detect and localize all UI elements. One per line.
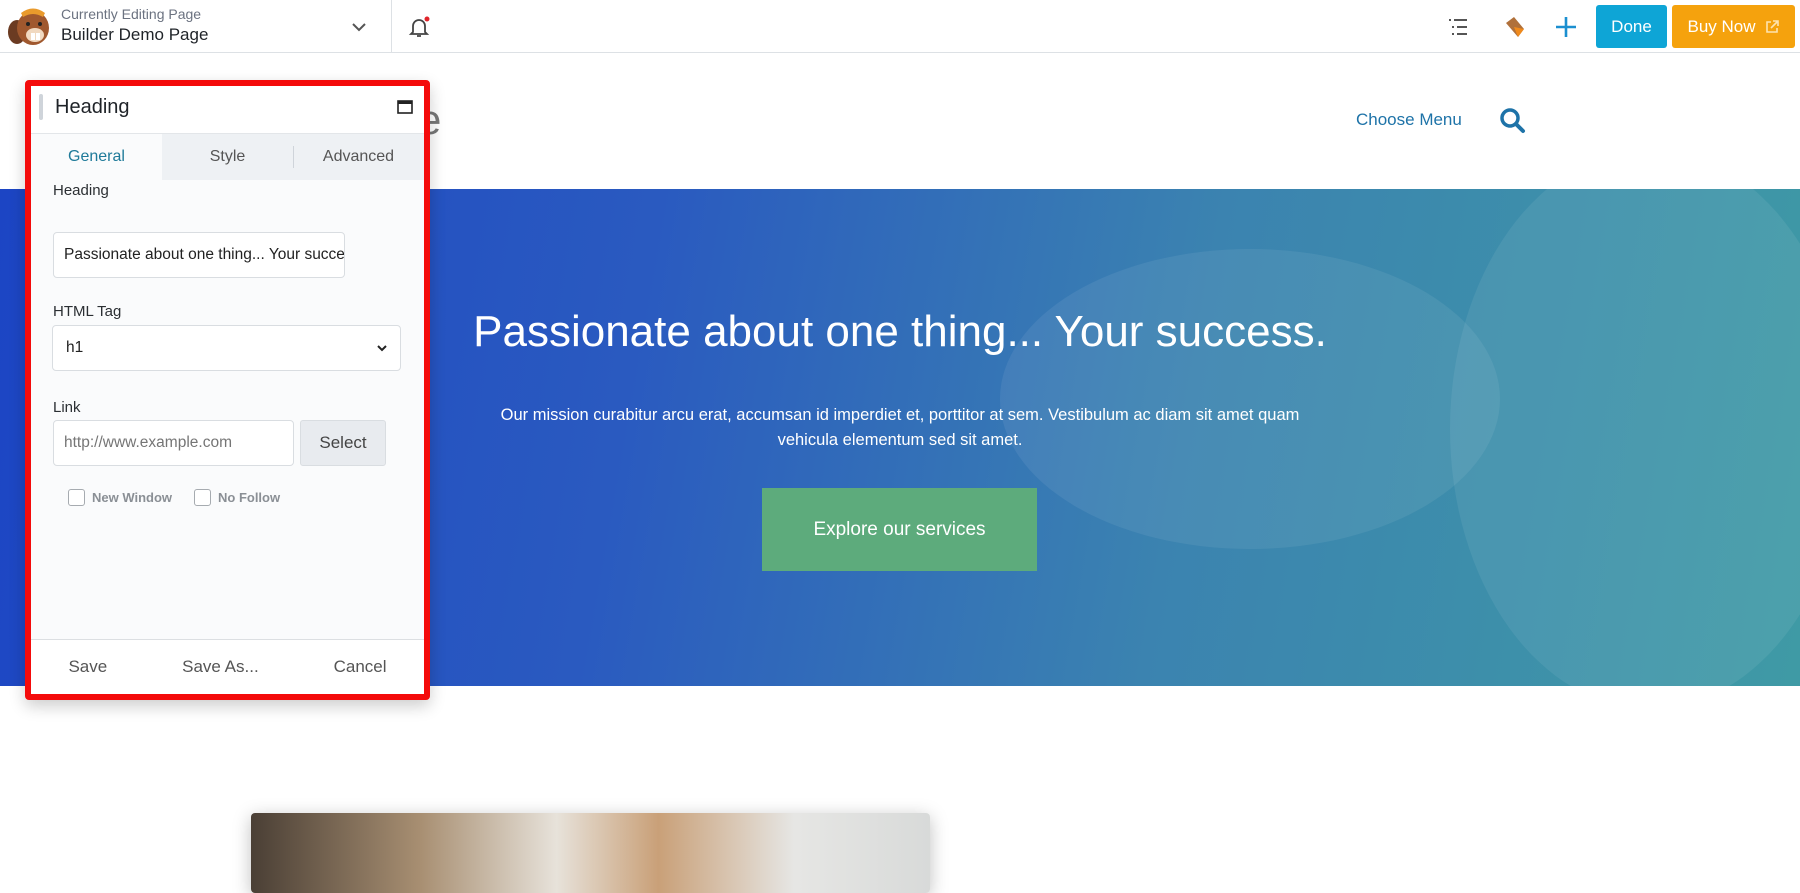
explore-services-button[interactable]: Explore our services xyxy=(762,488,1037,571)
tab-general[interactable]: General xyxy=(31,134,162,180)
outline-list-icon[interactable] xyxy=(1444,13,1472,41)
save-button[interactable]: Save xyxy=(68,657,107,677)
editing-subtitle: Currently Editing Page xyxy=(61,6,202,22)
hero-background xyxy=(1000,249,1500,549)
external-link-icon xyxy=(1765,19,1779,33)
checkbox-box[interactable] xyxy=(68,489,85,506)
bell-icon[interactable] xyxy=(406,14,432,40)
link-label: Link xyxy=(53,399,81,416)
save-as-button[interactable]: Save As... xyxy=(182,657,259,677)
tab-style[interactable]: Style xyxy=(162,134,293,180)
top-bar: Currently Editing Page Builder Demo Page… xyxy=(0,0,1800,53)
panel-tabs: General Style Advanced xyxy=(31,134,424,180)
team-photo xyxy=(251,813,930,893)
nav-choose-menu[interactable]: Choose Menu xyxy=(1356,110,1462,130)
divider xyxy=(391,0,392,53)
new-window-checkbox[interactable]: New Window xyxy=(68,489,172,506)
pencil-tool-icon[interactable] xyxy=(1500,13,1528,41)
link-input[interactable] xyxy=(53,420,294,466)
panel-footer: Save Save As... Cancel xyxy=(31,639,424,694)
buy-now-button[interactable]: Buy Now xyxy=(1672,5,1795,48)
heading-label: Heading xyxy=(53,182,109,199)
panel-header[interactable]: Heading xyxy=(31,86,424,134)
html-tag-label: HTML Tag xyxy=(53,303,122,320)
hero-text-line: Our mission curabitur arcu erat, accumsa… xyxy=(500,406,1300,424)
link-select-button[interactable]: Select xyxy=(300,420,386,466)
hero-text: Our mission curabitur arcu erat, accumsa… xyxy=(470,403,1330,453)
plus-icon[interactable] xyxy=(1552,13,1580,41)
heading-input[interactable]: Passionate about one thing... Your succe… xyxy=(53,232,345,278)
html-tag-value: h1 xyxy=(66,339,84,356)
page-title: Builder Demo Page xyxy=(61,25,209,44)
hero-background xyxy=(1450,189,1800,686)
cancel-button[interactable]: Cancel xyxy=(334,657,387,677)
done-button[interactable]: Done xyxy=(1596,5,1667,48)
chevron-down-icon xyxy=(377,345,387,352)
drag-handle[interactable] xyxy=(39,94,43,120)
new-window-label: New Window xyxy=(92,490,173,505)
heading-settings-panel: Heading General Style Advanced Heading P… xyxy=(25,80,430,700)
tab-advanced[interactable]: Advanced xyxy=(293,134,424,180)
beaver-logo-icon xyxy=(8,8,49,45)
html-tag-select[interactable]: h1 xyxy=(52,325,401,371)
hero-text-line: vehicula elementum sed sit amet. xyxy=(777,431,1023,449)
no-follow-checkbox[interactable]: No Follow xyxy=(194,489,280,506)
chevron-down-icon[interactable] xyxy=(348,16,370,38)
buy-now-label: Buy Now xyxy=(1687,16,1756,36)
checkbox-box[interactable] xyxy=(194,489,211,506)
search-icon[interactable] xyxy=(1498,106,1526,134)
hero-heading-text: Passionate about one thing... Your succe… xyxy=(473,307,1327,356)
no-follow-label: No Follow xyxy=(218,490,281,505)
panel-title: Heading xyxy=(55,96,130,118)
maximize-icon[interactable] xyxy=(396,98,414,116)
